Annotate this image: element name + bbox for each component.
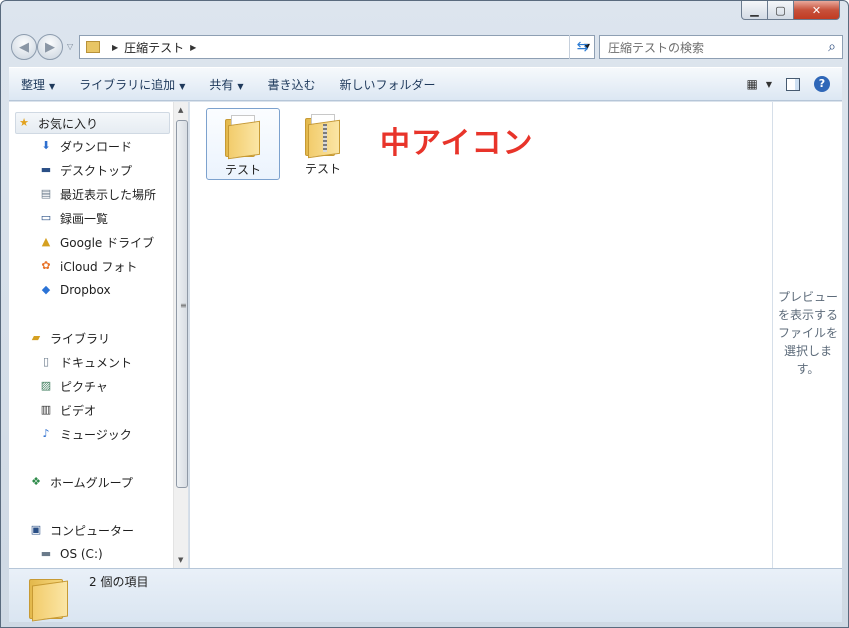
desktop-icon: ▬	[40, 163, 52, 176]
nav-downloads[interactable]: ⬇ ダウンロード	[38, 135, 132, 157]
nav-scrollbar[interactable]: ▲ ≡ ▼	[173, 102, 188, 568]
organize-menu[interactable]: 整理 ▼	[9, 76, 67, 93]
music-note-icon: ♪	[42, 427, 50, 440]
star-icon: ★	[19, 116, 29, 129]
breadcrumb-current[interactable]: 圧縮テスト	[124, 39, 184, 56]
forward-button[interactable]: ▶	[37, 34, 63, 60]
folder-icon	[225, 115, 261, 160]
view-dropdown-icon[interactable]: ▼	[766, 80, 772, 89]
chevron-right-icon[interactable]: ▶	[112, 43, 118, 52]
documents-icon: ▯	[42, 355, 50, 368]
forward-arrow-icon: ▶	[45, 39, 55, 55]
view-options-icon[interactable]: ▦	[747, 77, 758, 91]
address-bar[interactable]: ▶ 圧縮テスト ▶ ▼	[79, 35, 595, 59]
monitor-icon: ▭	[40, 211, 52, 224]
overlay-annotation: 中アイコン	[380, 126, 534, 161]
search-icon[interactable]: ⌕	[828, 39, 836, 55]
recent-places-icon: ▤	[40, 187, 52, 200]
videos-icon: ▥	[40, 403, 52, 416]
share-menu[interactable]: 共有 ▼	[197, 76, 255, 93]
nav-favorites[interactable]: ★ お気に入り	[15, 112, 170, 134]
preview-pane-icon[interactable]	[786, 77, 800, 91]
nav-libraries[interactable]: ▰ ライブラリ	[28, 327, 110, 349]
refresh-button[interactable]: ⇆	[569, 35, 595, 59]
nav-music[interactable]: ♪ ミュージック	[38, 423, 131, 445]
scroll-up-icon[interactable]: ▲	[178, 106, 183, 114]
new-folder-button[interactable]: 新しいフォルダー	[328, 76, 448, 93]
back-button[interactable]: ◀	[11, 34, 37, 60]
dropdown-arrow-icon: ▼	[49, 81, 56, 91]
nav-google-drive[interactable]: ▲ Google ドライブ	[38, 231, 154, 253]
nav-icloud-photos[interactable]: ✿ iCloud フォト	[38, 255, 137, 277]
help-icon[interactable]: ?	[814, 76, 830, 92]
scroll-thumb[interactable]: ≡	[176, 120, 188, 488]
nav-videos[interactable]: ▥ ビデオ	[38, 399, 96, 421]
computer-icon: ▣	[30, 523, 42, 536]
dropdown-arrow-icon: ▼	[179, 81, 186, 91]
nav-desktop[interactable]: ▬ デスクトップ	[38, 159, 132, 181]
nav-homegroup[interactable]: ❖ ホームグループ	[28, 471, 133, 493]
icloud-photos-icon: ✿	[41, 259, 51, 272]
file-name: テスト	[304, 162, 341, 176]
toolbar-right: ▦ ▼ ?	[733, 76, 830, 92]
maximize-button[interactable]: ▢	[768, 1, 794, 20]
add-to-library-menu[interactable]: ライブラリに追加 ▼	[67, 76, 197, 93]
nav-recordings[interactable]: ▭ 録画一覧	[38, 207, 108, 229]
nav-computer[interactable]: ▣ コンピューター	[28, 519, 134, 541]
nav-documents[interactable]: ▯ ドキュメント	[38, 351, 132, 373]
search-input[interactable]: 圧縮テストの検索 ⌕	[599, 35, 843, 59]
preview-pane: プレビューを表示するファイルを選択します。	[772, 102, 842, 568]
homegroup-icon: ❖	[31, 475, 41, 488]
caption-buttons: ▁ ▢ ✕	[741, 1, 840, 20]
refresh-icon: ⇆	[576, 39, 589, 55]
address-row: ◀ ▶ ▽ ▶ 圧縮テスト ▶ ▼ ⇆ 圧縮テストの検索 ⌕	[9, 31, 843, 63]
file-name: テスト	[224, 163, 261, 177]
libraries-icon: ▰	[31, 331, 41, 344]
preview-message: プレビューを表示するファイルを選択します。	[777, 290, 838, 376]
burn-button[interactable]: 書き込む	[256, 76, 328, 93]
google-drive-folder-icon: ▲	[41, 235, 51, 248]
zip-folder-icon	[305, 114, 341, 159]
search-placeholder: 圧縮テストの検索	[608, 40, 705, 55]
nav-dropbox[interactable]: ◆ Dropbox	[38, 279, 111, 301]
close-button[interactable]: ✕	[794, 1, 840, 20]
downloads-folder-icon: ⬇	[41, 139, 51, 152]
back-arrow-icon: ◀	[19, 39, 29, 55]
nav-pictures[interactable]: ▨ ピクチャ	[38, 375, 108, 397]
nav-recent[interactable]: ▤ 最近表示した場所	[38, 183, 156, 205]
item-count: 2 個の項目	[89, 575, 149, 589]
file-item-zip-folder[interactable]: テスト	[286, 108, 360, 180]
details-pane: 2 個の項目	[9, 568, 842, 622]
minimize-button[interactable]: ▁	[741, 1, 768, 20]
scroll-down-icon[interactable]: ▼	[178, 556, 183, 564]
navigation-pane: ★ お気に入り ⬇ ダウンロード ▬ デスクトップ ▤ 最近表示した場所 ▭ 録…	[9, 102, 189, 568]
dropbox-icon: ◆	[41, 283, 51, 296]
recent-pages-dropdown[interactable]: ▽	[67, 42, 73, 51]
dropdown-arrow-icon: ▼	[237, 81, 244, 91]
folder-icon	[29, 575, 69, 622]
file-view[interactable]: テスト テスト 中アイコン	[190, 102, 772, 568]
nav-os-drive[interactable]: ▬ OS (C:)	[38, 543, 103, 565]
folder-icon	[86, 41, 100, 53]
drive-icon: ▬	[40, 547, 52, 560]
pictures-icon: ▨	[40, 379, 52, 392]
command-bar: 整理 ▼ ライブラリに追加 ▼ 共有 ▼ 書き込む 新しいフォルダー ▦ ▼ ?	[9, 67, 842, 101]
grip-icon: ≡	[180, 301, 187, 310]
file-item-folder[interactable]: テスト	[206, 108, 280, 180]
chevron-right-icon[interactable]: ▶	[190, 43, 196, 52]
explorer-window: ▁ ▢ ✕ ◀ ▶ ▽ ▶ 圧縮テスト ▶ ▼ ⇆ 圧縮テストの検索 ⌕ 整理 ▼…	[0, 0, 849, 628]
